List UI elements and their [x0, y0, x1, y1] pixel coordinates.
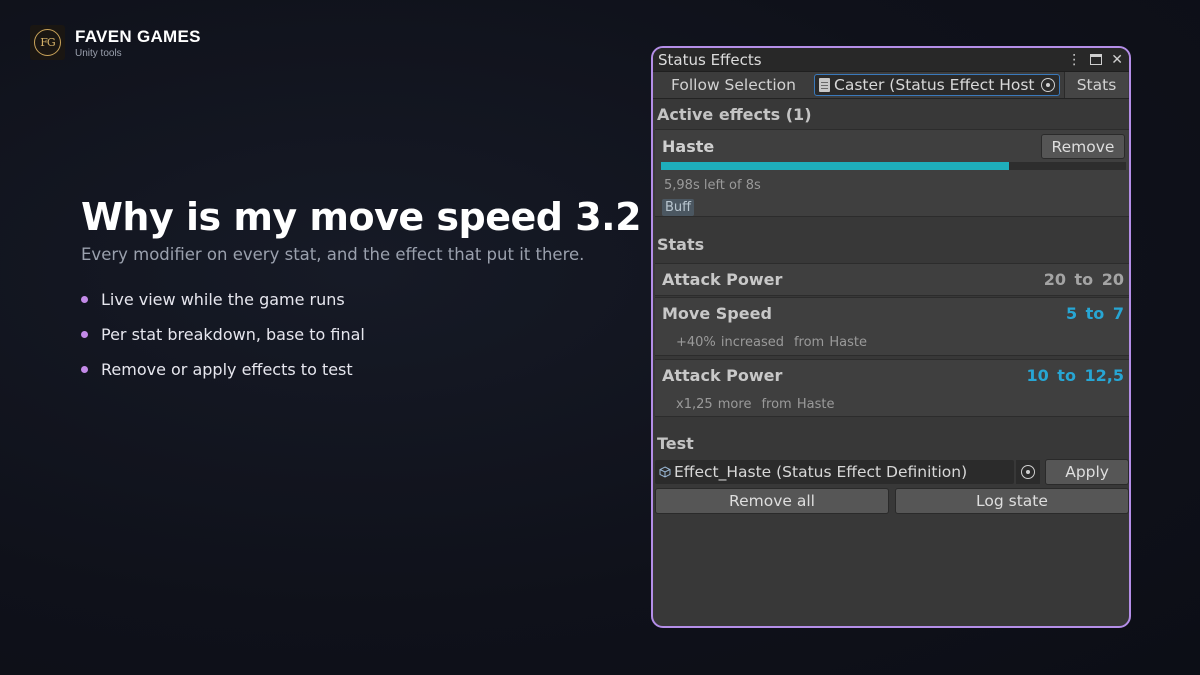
- apply-effect-button[interactable]: Apply: [1045, 459, 1129, 485]
- faven-games-logo: FG: [30, 25, 65, 60]
- active-effects-header: Active effects (1): [657, 105, 812, 124]
- brand-text: FAVEN GAMES Unity tools: [75, 27, 201, 59]
- test-actions: Remove all Log state: [655, 488, 1129, 514]
- feature-list: Live view while the game runs Per stat b…: [81, 282, 641, 387]
- feature-item: Remove or apply effects to test: [81, 352, 641, 387]
- effect-time-remaining: 5,98s left of 8s: [664, 178, 761, 193]
- object-picker-icon[interactable]: [1041, 78, 1055, 92]
- feature-text: Remove or apply effects to test: [101, 360, 353, 379]
- stat-modifier: x1,25 more from Haste: [676, 397, 834, 412]
- feature-text: Live view while the game runs: [101, 290, 345, 309]
- tab-stats[interactable]: Stats: [1064, 72, 1128, 98]
- brand-tagline: Unity tools: [75, 47, 122, 59]
- effect-duration-fill: [661, 162, 1009, 170]
- stat-name: Attack Power: [662, 366, 783, 385]
- close-icon[interactable]: ✕: [1111, 53, 1123, 67]
- modifier-source: from Haste: [793, 335, 867, 350]
- stat-name: Move Speed: [662, 304, 772, 323]
- stat-modifier: +40% increased from Haste: [676, 335, 867, 350]
- hero-subtitle: Every modifier on every stat, and the ef…: [81, 245, 585, 264]
- modifier-amount: x1,25 more: [676, 397, 752, 412]
- script-asset-icon: [819, 78, 830, 92]
- active-effect-card: Haste Remove 5,98s left of 8s Buff: [655, 129, 1129, 217]
- definition-picker[interactable]: [1016, 460, 1041, 484]
- remove-effect-button[interactable]: Remove: [1041, 134, 1125, 159]
- effect-definition-label: Effect_Haste (Status Effect Definition): [674, 463, 968, 481]
- window-toolbar: Follow Selection Caster (Status Effect H…: [653, 72, 1129, 99]
- test-definition-row: Effect_Haste (Status Effect Definition) …: [655, 458, 1129, 486]
- logo-emblem: FG: [34, 29, 61, 56]
- stat-name: Attack Power: [662, 270, 783, 289]
- window-titlebar[interactable]: Status Effects ⋮ ✕: [653, 48, 1129, 72]
- window-controls: ⋮ ✕: [1067, 53, 1123, 67]
- effect-duration-bar: [661, 162, 1126, 170]
- stat-row: Move Speed 5 to 7 +40% increased from Has…: [655, 297, 1129, 356]
- hero: Why is my move speed 3.2 Every modifier …: [81, 195, 642, 387]
- remove-all-button[interactable]: Remove all: [655, 488, 889, 514]
- host-object-label: Caster (Status Effect Host: [834, 76, 1035, 94]
- follow-selection-toggle[interactable]: Follow Selection: [653, 72, 814, 98]
- bullet-dot-icon: [81, 296, 88, 303]
- effect-tag-badge: Buff: [662, 199, 695, 216]
- brand-name: FAVEN GAMES: [75, 26, 201, 46]
- stat-row: Attack Power 20 to 20: [655, 263, 1129, 296]
- modifier-amount: +40% increased: [676, 335, 784, 350]
- modifier-source: from Haste: [761, 397, 835, 412]
- feature-item: Per stat breakdown, base to final: [81, 317, 641, 352]
- effect-name: Haste: [662, 137, 715, 156]
- bullet-dot-icon: [81, 366, 88, 373]
- status-effects-window: Status Effects ⋮ ✕ Follow Selection Cast…: [651, 46, 1131, 628]
- test-header: Test: [657, 434, 694, 453]
- window-title: Status Effects: [658, 50, 762, 69]
- bullet-dot-icon: [81, 331, 88, 338]
- log-state-button[interactable]: Log state: [895, 488, 1129, 514]
- more-options-icon[interactable]: ⋮: [1067, 53, 1081, 67]
- feature-item: Live view while the game runs: [81, 282, 641, 317]
- stat-value: 5 to 7: [1065, 304, 1124, 323]
- feature-text: Per stat breakdown, base to final: [101, 325, 365, 344]
- effect-definition-field[interactable]: Effect_Haste (Status Effect Definition): [655, 460, 1015, 484]
- stats-header: Stats: [657, 235, 705, 254]
- stat-value: 20 to 20: [1043, 270, 1124, 289]
- stat-value: 10 to 12,5: [1026, 366, 1124, 385]
- maximize-icon[interactable]: [1090, 54, 1103, 65]
- host-object-field[interactable]: Caster (Status Effect Host: [814, 74, 1060, 96]
- object-picker-icon[interactable]: [1021, 465, 1036, 479]
- stat-row: Attack Power 10 to 12,5 x1,25 more from H…: [655, 359, 1129, 417]
- brand: FG FAVEN GAMES Unity tools: [30, 25, 201, 60]
- hero-title: Why is my move speed 3.2: [81, 195, 642, 239]
- scriptable-object-icon: [659, 466, 671, 478]
